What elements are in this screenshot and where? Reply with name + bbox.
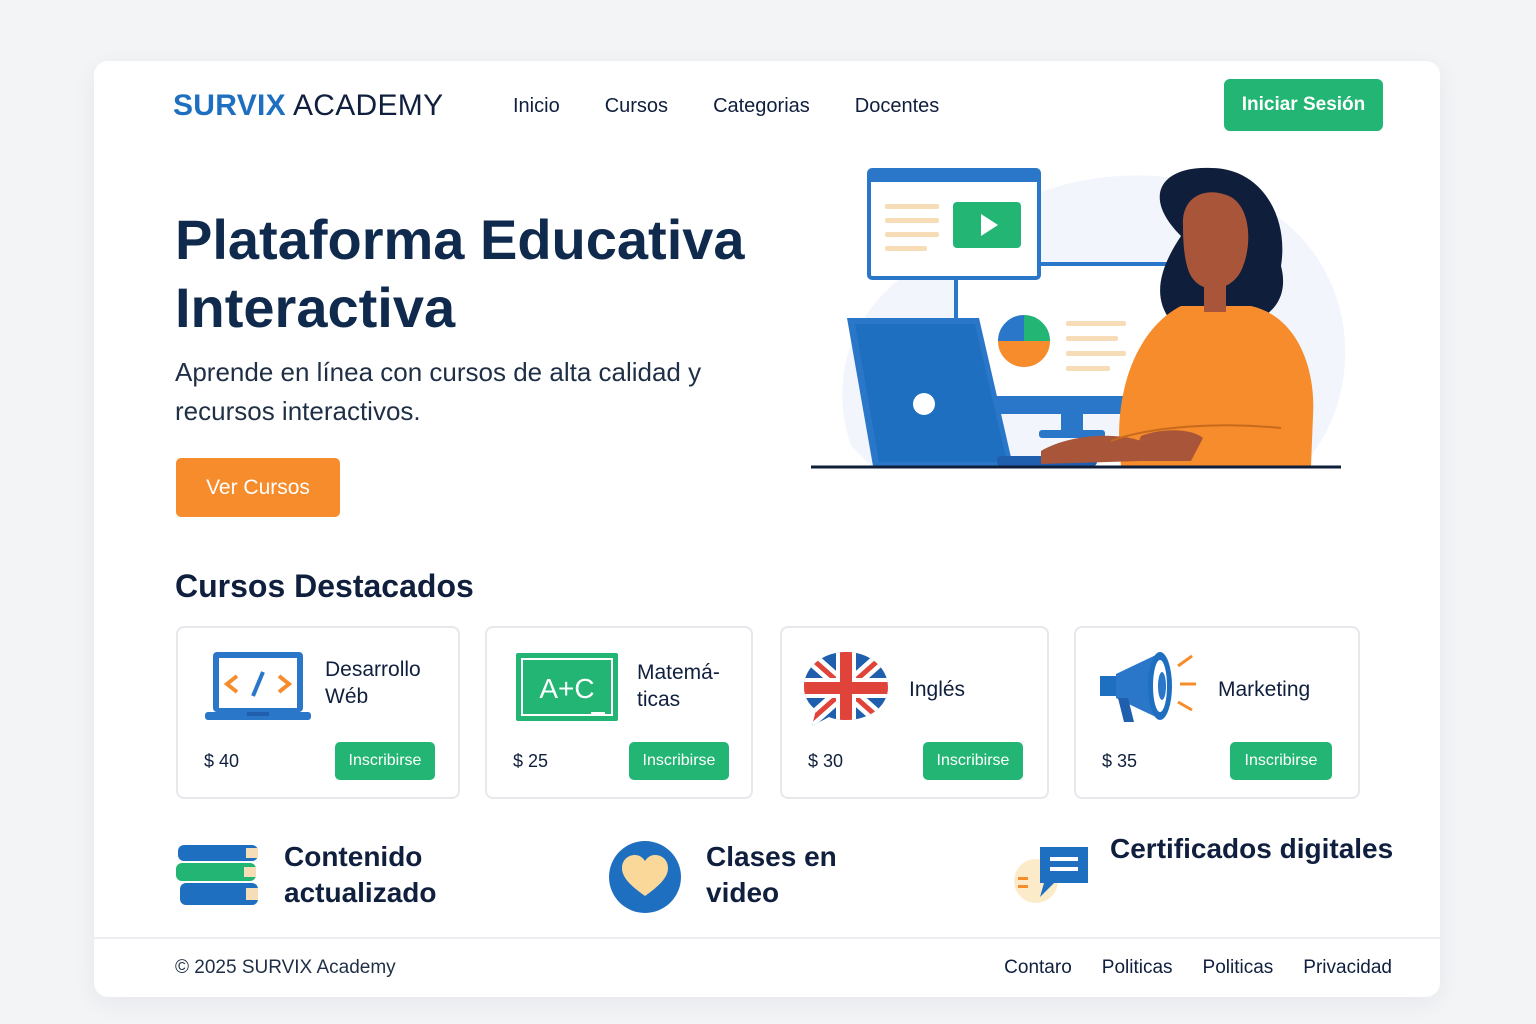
- footer-link-contact[interactable]: Contaro: [1004, 957, 1072, 979]
- footer-links: Contaro Politicas Politicas Privacidad: [974, 957, 1392, 979]
- laptop-code-icon: [205, 652, 311, 720]
- chalkboard-text: A+C: [539, 673, 594, 704]
- enroll-button[interactable]: Inscribirse: [629, 742, 729, 780]
- enroll-button[interactable]: Inscribirse: [923, 742, 1023, 780]
- feature-label: Clases en video: [706, 841, 837, 908]
- course-price: $ 25: [513, 751, 549, 771]
- view-courses-button[interactable]: Ver Cursos: [176, 458, 340, 517]
- course-card-math[interactable]: A+C Matemá- ticas $ 25 Inscribirse: [485, 626, 753, 799]
- feature-updated-content: Contenido actualizado: [176, 831, 496, 911]
- course-name: Desarrollo Wéb: [325, 658, 421, 708]
- logo-rest: ACADEMY: [292, 89, 444, 122]
- hero-title: Plataforma Educativa Interactiva: [175, 208, 745, 339]
- pie-chart-icon: [996, 313, 1052, 369]
- chat-certificate-icon: [1014, 847, 1088, 903]
- main-nav: Inicio Cursos Categorias Docentes: [513, 95, 984, 118]
- feature-label: Contenido actualizado: [284, 841, 437, 908]
- nav-docentes[interactable]: Docentes: [855, 95, 940, 118]
- copyright-text: © 2025 SURVIX Academy: [175, 957, 396, 978]
- course-price: $ 35: [1102, 751, 1138, 771]
- course-card-english[interactable]: Inglés $ 30 Inscribirse: [780, 626, 1049, 799]
- feature-video-classes: Clases en video: [608, 831, 908, 914]
- course-price: $ 40: [204, 751, 240, 771]
- megaphone-icon: [1100, 652, 1196, 722]
- chalkboard-icon: A+C: [516, 653, 618, 721]
- logo[interactable]: SURVIX ACADEMY: [173, 89, 443, 123]
- course-name: Matemá- ticas: [637, 661, 720, 711]
- hero-subtitle: Aprende en línea con cursos de alta cali…: [175, 357, 702, 426]
- nav-categorias[interactable]: Categorias: [713, 95, 810, 118]
- hero-illustration: [811, 167, 1346, 469]
- books-icon: [176, 845, 258, 905]
- course-name: Marketing: [1218, 678, 1311, 701]
- login-button[interactable]: Iniciar Sesión: [1224, 79, 1383, 131]
- course-card-web[interactable]: Desarrollo Wéb $ 40 Inscribirse: [176, 626, 460, 799]
- nav-inicio[interactable]: Inicio: [513, 95, 560, 118]
- enroll-button[interactable]: Inscribirse: [335, 742, 435, 780]
- feature-label: Certificados digitales: [1110, 833, 1394, 864]
- featured-courses-title: Cursos Destacados: [175, 568, 474, 604]
- heart-circle-icon: [609, 841, 681, 913]
- course-name: Inglés: [909, 678, 966, 701]
- video-window: [867, 168, 1041, 280]
- uk-flag-bubble-icon: [804, 652, 888, 726]
- footer-link-policies[interactable]: Politicas: [1102, 957, 1173, 979]
- course-card-marketing[interactable]: Marketing $ 35 Inscribirse: [1074, 626, 1360, 799]
- feature-digital-certificates: Certificados digitales: [1014, 831, 1414, 907]
- app-window: SURVIX ACADEMY Inicio Cursos Categorias …: [94, 61, 1440, 997]
- footer: © 2025 SURVIX Academy Contaro Politicas …: [94, 937, 1440, 997]
- footer-link-privacy[interactable]: Privacidad: [1303, 957, 1392, 979]
- enroll-button[interactable]: Inscribirse: [1230, 742, 1332, 780]
- nav-cursos[interactable]: Cursos: [605, 95, 668, 118]
- footer-link-policies-2[interactable]: Politicas: [1203, 957, 1274, 979]
- logo-brand: SURVIX: [173, 89, 286, 122]
- course-price: $ 30: [808, 751, 844, 771]
